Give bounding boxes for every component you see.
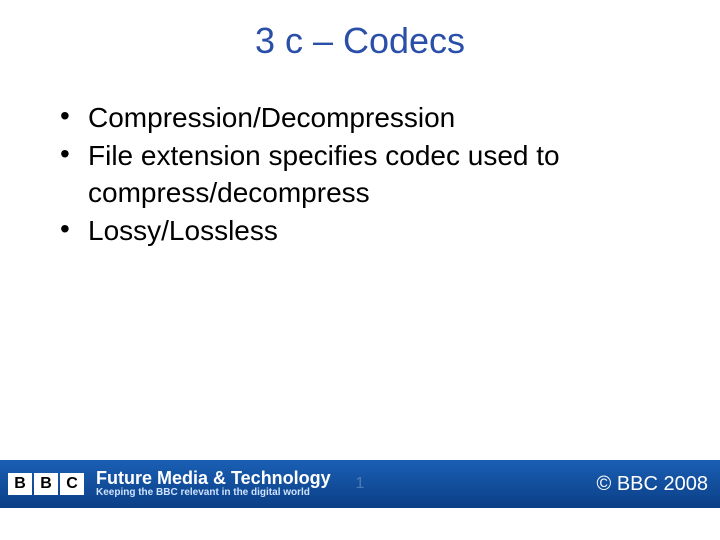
slide: 3 c – Codecs • Compression/Decompression… [0,0,720,540]
slide-title: 3 c – Codecs [0,20,720,62]
footer-text-block: Future Media & Technology Keeping the BB… [96,469,331,498]
bbc-logo-letter: B [34,473,58,495]
copyright-text: © BBC 2008 [597,473,720,496]
bullet-item: • Lossy/Lossless [60,213,680,249]
slide-body: • Compression/Decompression • File exten… [60,100,680,252]
bullet-dot-icon: • [60,136,88,172]
bullet-item: • File extension specifies codec used to… [60,138,680,211]
bbc-logo: B B C [8,473,84,495]
slide-number: 1 [356,475,365,493]
bullet-dot-icon: • [60,211,88,247]
bullet-text: File extension specifies codec used to c… [88,138,680,211]
footer-bar: B B C Future Media & Technology Keeping … [0,460,720,508]
bullet-item: • Compression/Decompression [60,100,680,136]
bullet-text: Compression/Decompression [88,100,680,136]
bullet-text: Lossy/Lossless [88,213,680,249]
footer-main-line: Future Media & Technology [96,469,331,488]
bbc-logo-letter: B [8,473,32,495]
bbc-logo-letter: C [60,473,84,495]
bullet-dot-icon: • [60,98,88,134]
footer-sub-line: Keeping the BBC relevant in the digital … [96,488,331,499]
